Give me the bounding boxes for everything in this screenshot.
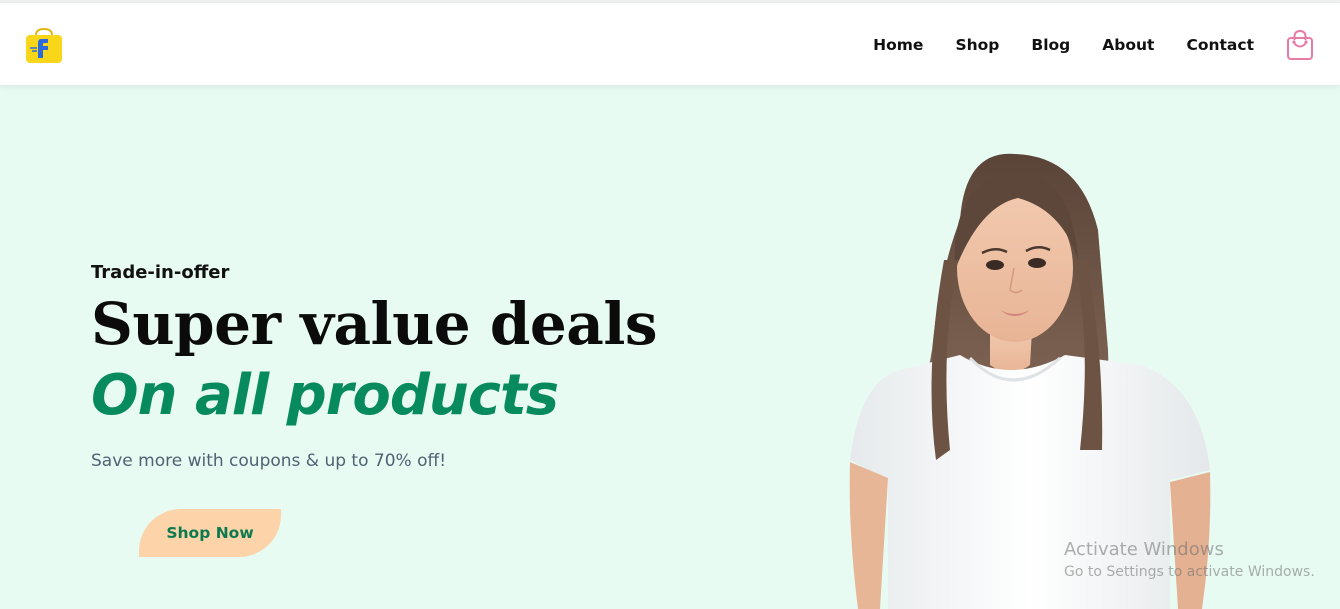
hero-subheadline: On all products [91,363,559,428]
site-header: Home Shop Blog About Contact [0,3,1340,85]
nav-contact[interactable]: Contact [1186,33,1254,57]
watermark-title: Activate Windows [1064,539,1224,560]
hero-eyebrow: Trade-in-offer [91,262,230,283]
nav-home[interactable]: Home [873,33,923,57]
nav-blog[interactable]: Blog [1031,33,1070,57]
nav-about[interactable]: About [1102,33,1154,57]
main-nav: Home Shop Blog About Contact [873,33,1254,57]
nav-shop[interactable]: Shop [955,33,999,57]
os-activation-watermark: Activate Windows Go to Settings to activ… [1064,539,1315,580]
shop-now-button[interactable]: Shop Now [139,509,281,557]
brand-logo-icon[interactable] [24,25,64,65]
hero-description: Save more with coupons & up to 70% off! [91,451,447,471]
shopping-bag-icon[interactable] [1286,29,1314,61]
hero-section: Trade-in-offer Super value deals On all … [91,262,658,471]
hero-headline: Super value deals [91,290,658,358]
watermark-subtitle: Go to Settings to activate Windows. [1064,564,1315,580]
